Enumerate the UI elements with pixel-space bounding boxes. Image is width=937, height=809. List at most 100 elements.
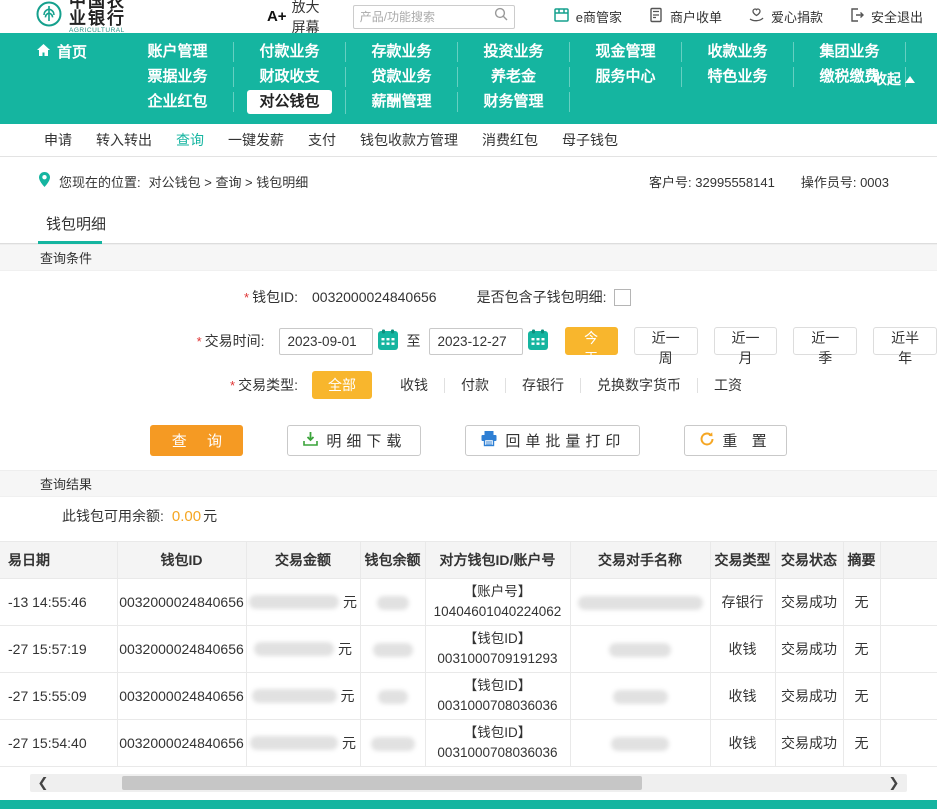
horizontal-scrollbar: ❮ ❯	[30, 774, 907, 792]
type-all-button[interactable]: 全部	[312, 371, 372, 399]
cell-tx-type: 收钱	[710, 720, 775, 767]
breadcrumb-row: 您现在的位置: 对公钱包 > 查询 > 钱包明细 客户号: 3299555814…	[38, 171, 889, 191]
transaction-type-label: 交易类型:	[238, 377, 298, 393]
link-safe-exit[interactable]: 安全退出	[849, 7, 923, 26]
table-row: -27 15:55:09 0032000024840656 元 【钱包ID】00…	[0, 673, 937, 720]
range-today-button[interactable]: 今天	[565, 327, 618, 355]
date-to-input[interactable]	[429, 328, 523, 355]
download-icon	[302, 430, 319, 451]
location-pin-icon	[38, 171, 51, 191]
subnav-query[interactable]: 查询	[176, 130, 204, 150]
cell-amount: 元	[246, 626, 360, 673]
cell-date: -13 14:55:46	[0, 579, 117, 626]
customer-no-label: 客户号:	[649, 175, 692, 190]
subnav-consume-redpacket[interactable]: 消费红包	[482, 130, 538, 150]
download-detail-button[interactable]: 明细下载	[287, 425, 421, 456]
cell-counterparty-id: 【钱包ID】0031000708036036	[425, 720, 570, 767]
product-search-box	[353, 5, 515, 29]
date-from-calendar-icon[interactable]	[377, 329, 399, 353]
scroll-right-icon[interactable]: ❯	[881, 775, 907, 791]
wallet-id-value: 0032000024840656	[312, 289, 437, 305]
type-pay-button[interactable]: 付款	[444, 378, 505, 393]
operator-no-label: 操作员号:	[801, 175, 857, 190]
nav-collapse-button[interactable]: 收起	[873, 69, 915, 89]
subnav-parent-child-wallet[interactable]: 母子钱包	[562, 130, 618, 150]
include-sub-wallet-label: 是否包含子钱包明细:	[477, 287, 607, 307]
nav-item-corporate-redpacket[interactable]: 企业红包	[122, 92, 234, 112]
cell-counterparty-id: 【钱包ID】0031000709191293	[425, 626, 570, 673]
nav-item-featured[interactable]: 特色业务	[682, 67, 794, 87]
range-month-button[interactable]: 近一月	[714, 327, 778, 355]
scrollbar-track[interactable]	[56, 774, 881, 792]
range-week-button[interactable]: 近一周	[634, 327, 698, 355]
footer-bar	[0, 800, 937, 809]
tab-wallet-detail[interactable]: 钱包明细	[38, 207, 114, 243]
subnav-transfer[interactable]: 转入转出	[96, 130, 152, 150]
subnav-one-key-salary[interactable]: 一键发薪	[228, 130, 284, 150]
redacted-balance	[371, 737, 415, 751]
cell-summary: 无	[843, 673, 880, 720]
type-salary-button[interactable]: 工资	[697, 378, 758, 393]
nav-item-loan[interactable]: 贷款业务	[346, 67, 458, 87]
cell-wallet-id: 0032000024840656	[117, 720, 246, 767]
redacted-amount	[250, 736, 338, 750]
nav-item-finance-mgmt[interactable]: 财务管理	[458, 92, 570, 112]
page: 中国农业银行 AGRICULTURAL BANK OF CHINA A+ 放大屏…	[0, 0, 937, 809]
nav-item-collection[interactable]: 收款业务	[682, 42, 794, 62]
nav-item-cash-mgmt[interactable]: 现金管理	[570, 42, 682, 62]
cell-amount: 元	[246, 720, 360, 767]
redacted-name	[613, 690, 668, 704]
subnav-apply[interactable]: 申请	[44, 130, 72, 150]
scrollbar-thumb[interactable]	[122, 776, 642, 790]
nav-item-salary-mgmt[interactable]: 薪酬管理	[346, 92, 458, 112]
nav-item-corporate-wallet[interactable]: 对公钱包	[234, 90, 346, 114]
nav-item-pension[interactable]: 养老金	[458, 67, 570, 87]
include-sub-wallet-checkbox[interactable]	[614, 289, 631, 306]
logout-icon	[849, 7, 865, 26]
link-charity-donation[interactable]: 爱心捐款	[748, 7, 823, 26]
cell-summary: 无	[843, 579, 880, 626]
range-quarter-button[interactable]: 近一季	[793, 327, 857, 355]
subnav-payee-mgmt[interactable]: 钱包收款方管理	[360, 130, 458, 150]
screen-zoom-control[interactable]: A+ 放大屏幕	[267, 0, 325, 37]
nav-home[interactable]: 首页	[36, 41, 122, 62]
cell-date: -27 15:55:09	[0, 673, 117, 720]
subnav-pay[interactable]: 支付	[308, 130, 336, 150]
nav-item-service-center[interactable]: 服务中心	[570, 67, 682, 87]
scroll-left-icon[interactable]: ❮	[30, 775, 56, 791]
link-merchant-acquiring[interactable]: 商户收单	[648, 7, 722, 26]
redacted-name	[578, 596, 703, 610]
cell-counterparty-id: 【钱包ID】0031000708036036	[425, 673, 570, 720]
nav-item-deposit[interactable]: 存款业务	[346, 42, 458, 62]
search-input[interactable]	[360, 10, 494, 24]
nav-item-bill-business[interactable]: 票据业务	[122, 67, 234, 87]
type-deposit-bank-button[interactable]: 存银行	[505, 378, 580, 393]
redacted-balance	[373, 643, 413, 657]
nav-item-fiscal[interactable]: 财政收支	[234, 67, 346, 87]
reset-button[interactable]: 重 置	[684, 425, 786, 456]
cell-tx-type: 收钱	[710, 673, 775, 720]
search-icon[interactable]	[494, 7, 508, 26]
cell-balance	[360, 579, 425, 626]
nav-item-investment[interactable]: 投资业务	[458, 42, 570, 62]
range-half-year-button[interactable]: 近半年	[873, 327, 937, 355]
cell-tx-status: 交易成功	[775, 673, 843, 720]
date-to-calendar-icon[interactable]	[527, 329, 549, 353]
nav-item-group-business[interactable]: 集团业务	[794, 42, 906, 62]
batch-print-receipt-button[interactable]: 回单批量打印	[465, 425, 640, 456]
breadcrumb-path: 对公钱包 > 查询 > 钱包明细	[149, 172, 309, 191]
nav-item-payment[interactable]: 付款业务	[234, 42, 346, 62]
cell-amount: 元	[246, 673, 360, 720]
date-from-input[interactable]	[279, 328, 373, 355]
cell-amount: 元	[246, 579, 360, 626]
type-receive-button[interactable]: 收钱	[384, 378, 444, 393]
col-counterparty-id: 对方钱包ID/账户号	[425, 542, 570, 579]
wallet-id-label: 钱包ID:	[252, 289, 298, 305]
balance-unit: 元	[203, 506, 217, 526]
query-conditions-header: 查询条件	[0, 244, 937, 271]
type-exchange-digital-currency-button[interactable]: 兑换数字货币	[580, 378, 697, 393]
nav-item-account-mgmt[interactable]: 账户管理	[122, 42, 234, 62]
cell-balance	[360, 626, 425, 673]
query-button[interactable]: 查 询	[150, 425, 243, 456]
link-e-merchant[interactable]: e商管家	[553, 7, 622, 26]
